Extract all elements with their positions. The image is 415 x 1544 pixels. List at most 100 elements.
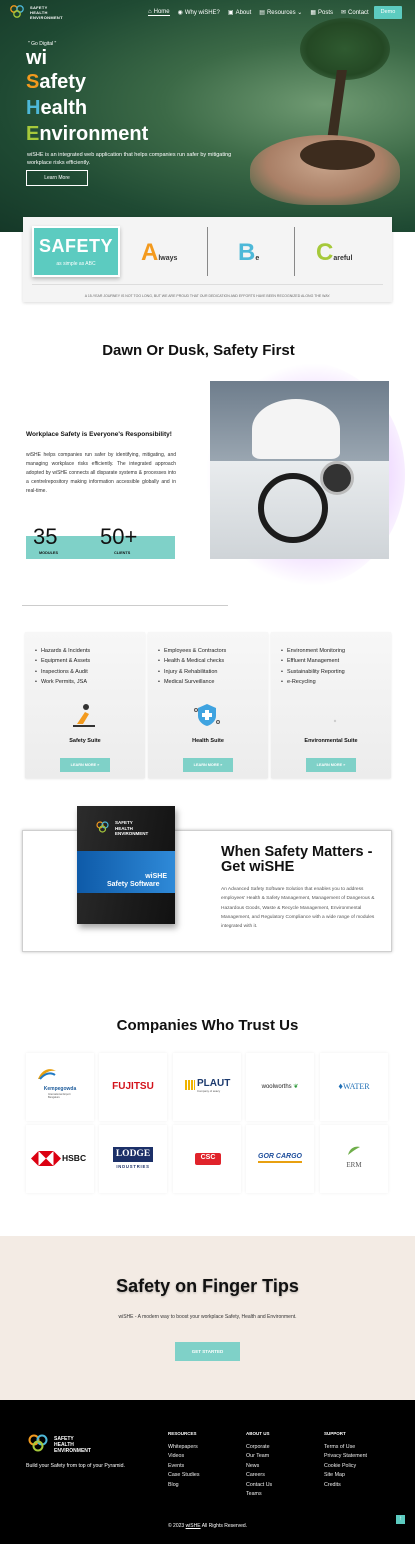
safety-suite-card: Hazards & Incidents Equipment & Assets I… [25, 632, 145, 778]
be-cap: B [238, 239, 256, 266]
erm-leaf-icon [348, 1146, 360, 1155]
helmet-image [252, 399, 340, 459]
footer-col-title: RESOURCES [168, 1431, 197, 1436]
safety-abc-card: SAFETY as simple as ABC Always Be Carefu… [23, 217, 392, 302]
always-cap: A [141, 239, 159, 266]
divider [207, 227, 208, 276]
be-word: Be [238, 239, 259, 267]
logo-line-environment: ENVIRONMENT [30, 15, 63, 20]
footer-link[interactable]: Corporate [246, 1443, 272, 1452]
logo-text: ERM [346, 1161, 362, 1169]
logo-text: CSC [200, 1154, 216, 1161]
footer-tagline: Build your Safety from top of your Pyram… [26, 1463, 125, 1469]
hero-line-health: Health [26, 97, 87, 119]
copyright-text: All Rights Reserved. [201, 1523, 248, 1529]
get-started-button[interactable]: GET STARTED [175, 1342, 240, 1361]
hero-line-environment: Environment [26, 123, 148, 145]
demo-button[interactable]: Demo [374, 6, 402, 19]
list-item: Effluent Management [281, 656, 345, 666]
nav-item-resources[interactable]: ▤ Resources ⌄ [259, 9, 302, 16]
list-item: Work Permits, JSA [35, 677, 90, 687]
footer-link[interactable]: Terms of Use [324, 1443, 367, 1452]
copyright-brand-link[interactable]: wiSHE [186, 1523, 201, 1529]
learn-more-button[interactable]: Learn More [26, 170, 88, 186]
footer-logo-text: SAFETY HEALTH ENVIRONMENT [54, 1436, 91, 1454]
companies-title: Companies Who Trust Us [116, 1017, 299, 1034]
nav-item-home[interactable]: ⌂ Home [148, 9, 170, 16]
logo-text: Kempegowda [43, 1086, 77, 1092]
cta-subtitle: wiSHE - A modern way to boost your workp… [118, 1314, 297, 1320]
safety-subtitle: as simple as ABC [56, 261, 96, 267]
footer-link[interactable]: Credits [324, 1481, 367, 1490]
button-label: LEARN MORE [193, 763, 220, 767]
learn-more-button[interactable]: LEARN MORE » [60, 758, 110, 772]
list-item: Employees & Contractors [158, 646, 226, 656]
suite-name: Environmental Suite [304, 738, 358, 744]
footer-link[interactable]: Case Studies [168, 1471, 200, 1480]
footer-link[interactable]: Videos [168, 1452, 200, 1461]
footer-link[interactable]: Privacy Statement [324, 1452, 367, 1461]
list-item: e-Recycling [281, 677, 345, 687]
tree-trunk [327, 70, 347, 140]
footer-link[interactable]: Events [168, 1462, 200, 1471]
nav-menu: ⌂ Home ◉ Why wiSHE? ▣ About ▤ Resources ⌄ ▦ P… [148, 9, 369, 16]
water-name: WATER [342, 1082, 370, 1091]
nav-label: Home [153, 9, 170, 15]
clients-label: CLIENTS [114, 551, 131, 555]
hero-wi: wi [26, 47, 48, 69]
nav-item-about[interactable]: ▣ About [228, 9, 251, 16]
safety-suite-list: Hazards & Incidents Equipment & Assets I… [35, 646, 90, 687]
nav-item-posts[interactable]: ▦ Posts [310, 9, 333, 16]
kempegowda-logo-icon [38, 1069, 56, 1080]
footer-link[interactable]: Cookie Policy [324, 1462, 367, 1471]
footer-link[interactable]: Teams [246, 1490, 272, 1499]
modules-count: 35 [33, 524, 58, 549]
always-word: Always [141, 239, 177, 267]
stethoscope-image [258, 473, 328, 543]
footer-link[interactable]: Contact Us [246, 1481, 272, 1490]
stats-bar: 35 MODULES 50+ CLIENTS [26, 524, 175, 559]
woolworths-name: woolworths [261, 1084, 292, 1090]
footer-link[interactable]: Site Map [324, 1471, 367, 1480]
plaut-stripes-icon [185, 1080, 195, 1090]
hero-line-safety: Safety [26, 71, 86, 93]
nav-item-why[interactable]: ◉ Why wiSHE? [178, 9, 220, 16]
double-chevron-icon: » [97, 763, 100, 767]
hero-cap: H [26, 97, 41, 119]
logo-water: ♦WATER [320, 1053, 388, 1121]
logo-plaut: PLAUT Company of avacy [173, 1053, 241, 1121]
news-icon: ▦ [310, 10, 316, 16]
top-nav: SAFETY HEALTH ENVIRONMENT ⌂ Home ◉ Why wiS… [0, 0, 415, 26]
logo-text: ♦WATER [320, 1081, 388, 1091]
learn-more-button[interactable]: LEARN MORE » [183, 758, 233, 772]
modules-label: MODULES [39, 551, 58, 555]
footer-link[interactable]: Whitepapers [168, 1443, 200, 1452]
nav-label: Contact [348, 10, 369, 16]
logo-hsbc: HSBC [26, 1125, 94, 1193]
back-to-top-button[interactable]: ↑ [396, 1515, 405, 1524]
footer-link[interactable]: News [246, 1462, 272, 1471]
logo-erm: ERM [320, 1125, 388, 1193]
footer: SAFETY HEALTH ENVIRONMENT Build your Saf… [0, 1400, 415, 1544]
cta-title: Safety on Finger Tips [116, 1276, 299, 1296]
globe-icon: ◉ [177, 10, 183, 16]
logo-csc: CSC [173, 1125, 241, 1193]
logo-subtext: INDUSTRIES [116, 1164, 150, 1169]
cta-section: Safety on Finger Tips wiSHE - A modern w… [0, 1236, 415, 1400]
footer-link[interactable]: Our Team [246, 1452, 272, 1461]
nav-item-contact[interactable]: ✉ Contact [341, 9, 369, 16]
divider [294, 227, 295, 276]
double-chevron-icon: » [343, 763, 346, 767]
footer-logo-icon[interactable] [26, 1433, 52, 1453]
careful-rest: areful [333, 255, 353, 262]
workplace-subtitle: Workplace Safety is Everyone's Responsib… [26, 431, 172, 438]
footer-link[interactable]: Careers [246, 1471, 272, 1480]
woolworths-leaf-icon: ❦ [293, 1084, 299, 1090]
copyright: © 2023 wiSHE All Rights Reserved. [0, 1523, 415, 1529]
workplace-description: wiSHE helps companies run safer by ident… [26, 452, 176, 494]
double-chevron-icon: » [220, 763, 223, 767]
logo-text: FUJITSU [112, 1081, 154, 1092]
learn-more-button[interactable]: LEARN MORE » [306, 758, 356, 772]
footer-link[interactable]: Blog [168, 1481, 200, 1490]
careful-cap: C [316, 239, 334, 266]
